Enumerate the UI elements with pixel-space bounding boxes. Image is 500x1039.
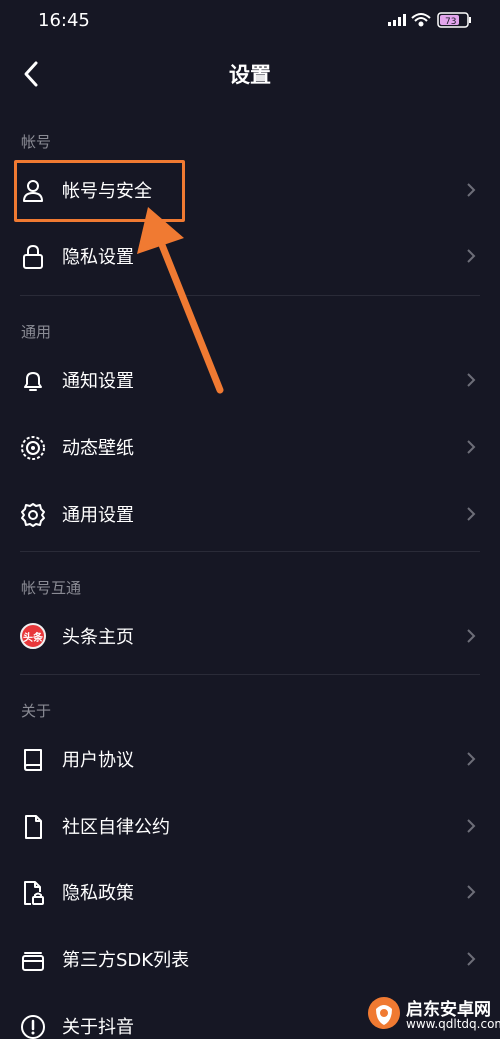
settings-item-community-guidelines[interactable]: 社区自律公约	[0, 796, 500, 856]
settings-item-toutiao-home[interactable]: 头条 头条主页	[0, 606, 500, 666]
section-header-linked-accounts: 帐号互通	[21, 579, 82, 597]
settings-item-label: 通用设置	[62, 505, 134, 526]
divider	[20, 551, 480, 552]
chevron-right-icon	[467, 183, 476, 197]
chevron-right-icon	[467, 440, 476, 454]
nav-bar: 设置	[0, 44, 500, 104]
settings-item-label: 用户协议	[62, 750, 134, 771]
battery-icon: 73	[437, 12, 471, 28]
toutiao-logo-icon: 头条	[20, 623, 46, 649]
chevron-right-icon	[467, 885, 476, 899]
settings-item-label: 第三方SDK列表	[62, 950, 190, 971]
chevron-right-icon	[467, 373, 476, 387]
signal-icon	[388, 14, 406, 26]
settings-item-user-agreement[interactable]: 用户协议	[0, 729, 500, 789]
settings-item-third-party-sdk[interactable]: 第三方SDK列表	[0, 929, 500, 989]
card-stack-icon	[22, 952, 44, 971]
settings-item-label: 隐私设置	[62, 247, 134, 268]
chevron-right-icon	[467, 249, 476, 263]
live-wallpaper-icon	[21, 436, 45, 460]
settings-item-label: 通知设置	[62, 371, 134, 392]
settings-item-label: 动态壁纸	[62, 438, 134, 459]
divider	[20, 295, 480, 296]
status-icons: 73	[388, 12, 471, 28]
highlight-box	[14, 160, 185, 222]
section-header-about: 关于	[21, 702, 52, 720]
document-lock-icon	[24, 881, 44, 905]
section-header-account: 帐号	[21, 133, 52, 151]
settings-item-label: 隐私政策	[62, 883, 134, 904]
battery-level: 73	[445, 17, 456, 27]
watermark-logo-icon	[368, 997, 400, 1029]
status-bar: 16:45 73	[0, 0, 500, 44]
settings-item-label: 头条主页	[62, 627, 134, 648]
book-icon	[24, 749, 42, 771]
wifi-icon	[411, 13, 431, 27]
chevron-right-icon	[467, 629, 476, 643]
watermark: 启东安卓网 www.qdltdq.com	[366, 993, 500, 1035]
settings-item-privacy-policy[interactable]: 隐私政策	[0, 862, 500, 922]
chevron-right-icon	[467, 752, 476, 766]
lock-icon	[23, 244, 43, 269]
page-title: 设置	[229, 63, 271, 87]
settings-item-label: 关于抖音	[62, 1017, 134, 1038]
chevron-right-icon	[467, 952, 476, 966]
chevron-right-icon	[467, 507, 476, 521]
settings-item-privacy[interactable]: 隐私设置	[0, 226, 500, 286]
chevron-right-icon	[467, 819, 476, 833]
document-icon	[25, 815, 42, 839]
watermark-url: www.qdltdq.com	[406, 1017, 500, 1031]
settings-item-live-wallpaper[interactable]: 动态壁纸	[0, 417, 500, 477]
settings-item-general[interactable]: 通用设置	[0, 484, 500, 544]
divider	[20, 674, 480, 675]
section-header-general: 通用	[21, 323, 52, 341]
settings-item-label: 社区自律公约	[62, 817, 170, 838]
status-time: 16:45	[38, 10, 90, 31]
settings-item-notifications[interactable]: 通知设置	[0, 350, 500, 410]
bell-icon	[24, 372, 42, 391]
info-icon	[21, 1015, 45, 1039]
gear-icon	[21, 503, 45, 527]
